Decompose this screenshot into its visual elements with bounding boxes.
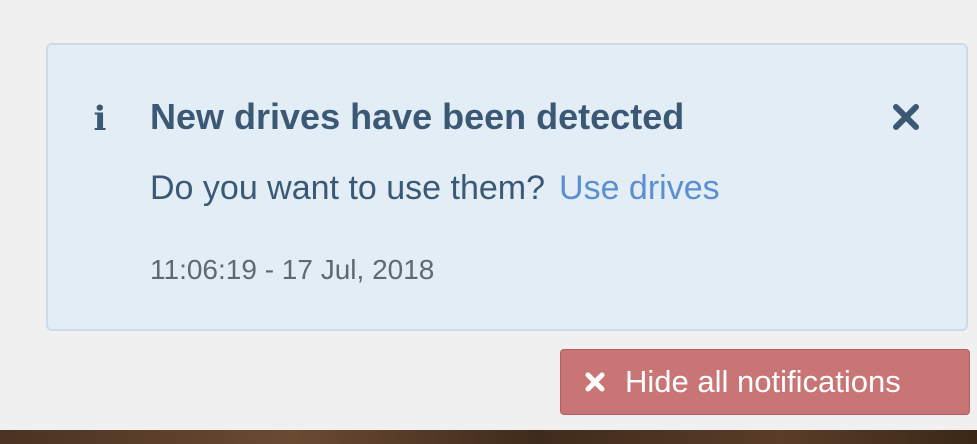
hide-all-notifications-button[interactable]: Hide all notifications	[560, 349, 970, 415]
info-icon: i	[93, 99, 107, 139]
notification-timestamp: 11:06:19 - 17 Jul, 2018	[150, 254, 435, 285]
notification-title: New drives have been detected	[150, 96, 685, 137]
close-notification-button[interactable]	[886, 97, 926, 137]
background-image	[0, 430, 977, 444]
close-icon	[893, 104, 919, 130]
notification-message: Do you want to use them?	[150, 169, 546, 207]
notification-message-row: Do you want to use them? Use drives	[150, 165, 720, 211]
use-drives-link[interactable]: Use drives	[559, 169, 720, 207]
close-icon	[583, 370, 607, 394]
hide-all-notifications-label: Hide all notifications	[625, 364, 901, 399]
notifications-page: i New drives have been detected Do you w…	[0, 0, 977, 444]
notification-card: i New drives have been detected Do you w…	[46, 43, 968, 331]
